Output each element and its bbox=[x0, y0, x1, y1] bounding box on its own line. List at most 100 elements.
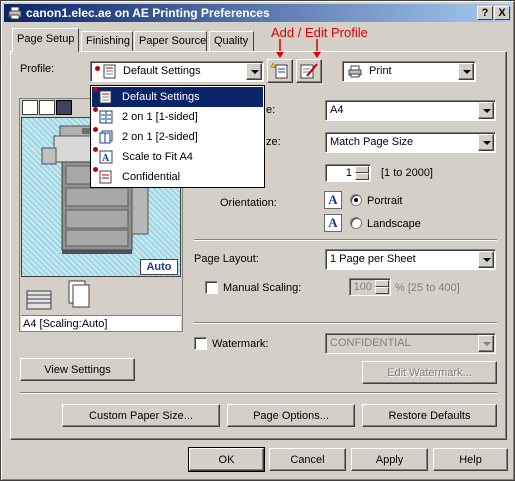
profile-dropdown-list: Default Settings 2 on 1 [1-sided] 2 on 1… bbox=[90, 85, 265, 188]
edit-profile-icon bbox=[300, 63, 318, 79]
scaling-range: % [25 to 400] bbox=[395, 282, 460, 294]
profile-option-default-settings[interactable]: Default Settings bbox=[92, 87, 263, 107]
divider-1 bbox=[194, 239, 497, 241]
manual-scaling-checkbox[interactable] bbox=[205, 281, 218, 294]
copies-value: 1 bbox=[345, 167, 352, 179]
page-size-label: e: bbox=[266, 104, 276, 116]
page-size-select[interactable]: A4 bbox=[325, 100, 496, 121]
scale-to-fit-icon: A bbox=[99, 150, 113, 164]
add-profile-button[interactable] bbox=[267, 59, 293, 83]
ok-button[interactable]: OK bbox=[188, 447, 265, 472]
confidential-icon bbox=[99, 170, 112, 184]
watermark-arrow[interactable] bbox=[478, 335, 494, 352]
copies-range: [1 to 2000] bbox=[381, 167, 433, 179]
orientation-label: Orientation: bbox=[220, 197, 277, 209]
profile-label: Profile: bbox=[20, 63, 55, 75]
option-marker-icon bbox=[93, 167, 98, 172]
output-size-arrow[interactable] bbox=[478, 134, 494, 151]
tab-quality[interactable]: Quality bbox=[209, 31, 254, 51]
preview-view-printer-icon[interactable] bbox=[22, 100, 38, 115]
two-on-one-single-icon bbox=[99, 110, 113, 124]
divider-3 bbox=[20, 392, 497, 394]
option-label: 2 on 1 [1-sided] bbox=[122, 111, 198, 123]
auto-badge: Auto bbox=[140, 259, 178, 275]
profile-select[interactable]: Default Settings bbox=[90, 61, 264, 82]
profile-option-confidential[interactable]: Confidential bbox=[92, 167, 263, 187]
title-bar[interactable]: canon1.elec.ae on AE Printing Preference… bbox=[4, 4, 511, 22]
output-size-select[interactable]: Match Page Size bbox=[325, 132, 496, 153]
portrait-radio[interactable] bbox=[350, 194, 362, 206]
landscape-icon: A bbox=[324, 214, 342, 232]
scaling-down-button[interactable] bbox=[375, 287, 389, 294]
page-size-value: A4 bbox=[330, 104, 344, 116]
option-marker-icon bbox=[93, 147, 98, 152]
page-layout-select[interactable]: 1 Page per Sheet bbox=[325, 249, 496, 270]
profile-option-2on1-2sided[interactable]: 2 on 1 [2-sided] bbox=[92, 127, 263, 147]
preview-caption: A4 [Scaling:Auto] bbox=[23, 318, 108, 330]
profile-icon bbox=[103, 64, 116, 79]
tab-paper-source[interactable]: Paper Source bbox=[134, 31, 207, 51]
landscape-radio[interactable] bbox=[350, 217, 362, 229]
window-title: canon1.elec.ae on AE Printing Preference… bbox=[26, 6, 270, 20]
scaling-stepper[interactable]: 100 bbox=[349, 278, 391, 296]
help-title-button[interactable]: ? bbox=[477, 6, 493, 20]
edit-profile-button[interactable] bbox=[296, 59, 322, 83]
restore-defaults-button[interactable]: Restore Defaults bbox=[362, 404, 497, 427]
copies-down-button[interactable] bbox=[355, 173, 369, 180]
option-marker-icon bbox=[93, 127, 98, 132]
scaling-value: 100 bbox=[353, 281, 372, 293]
option-label: Confidential bbox=[122, 171, 181, 183]
view-settings-button[interactable]: View Settings bbox=[20, 358, 135, 381]
cancel-button[interactable]: Cancel bbox=[269, 448, 346, 471]
close-button[interactable]: X bbox=[494, 6, 510, 20]
option-label: 2 on 1 [2-sided] bbox=[122, 131, 198, 143]
help-button[interactable]: Help bbox=[433, 448, 508, 471]
preview-view-page-icon[interactable] bbox=[39, 100, 55, 115]
profile-option-2on1-1sided[interactable]: 2 on 1 [1-sided] bbox=[92, 107, 263, 127]
output-size-value: Match Page Size bbox=[330, 136, 414, 148]
page-layout-label: Page Layout: bbox=[194, 253, 259, 265]
output-size-label: ze: bbox=[266, 136, 281, 148]
option-label: Scale to Fit A4 bbox=[122, 151, 193, 163]
print-output-icon bbox=[348, 65, 362, 78]
option-marker-icon bbox=[93, 87, 98, 92]
layout-icons bbox=[26, 280, 90, 310]
default-settings-icon bbox=[99, 90, 112, 104]
output-method-arrow[interactable] bbox=[458, 63, 474, 80]
printing-preferences-dialog: canon1.elec.ae on AE Printing Preference… bbox=[0, 0, 515, 481]
divider-2 bbox=[194, 322, 497, 324]
svg-text:A: A bbox=[102, 153, 110, 164]
page-layout-arrow[interactable] bbox=[478, 251, 494, 268]
portrait-label[interactable]: Portrait bbox=[367, 195, 402, 207]
manual-scaling-label: Manual Scaling: bbox=[223, 282, 302, 294]
option-marker-icon bbox=[93, 107, 98, 112]
edit-watermark-button[interactable]: Edit Watermark... bbox=[362, 361, 497, 384]
profile-dropdown-arrow[interactable] bbox=[246, 63, 262, 80]
profile-marker-icon bbox=[95, 66, 100, 71]
page-options-button[interactable]: Page Options... bbox=[227, 404, 355, 427]
apply-button[interactable]: Apply bbox=[351, 448, 428, 471]
add-profile-icon bbox=[270, 62, 288, 79]
watermark-checkbox[interactable] bbox=[194, 337, 207, 350]
preview-caption-box: A4 [Scaling:Auto] bbox=[21, 315, 181, 331]
custom-paper-size-button[interactable]: Custom Paper Size... bbox=[62, 404, 220, 427]
two-on-one-double-icon bbox=[99, 130, 113, 144]
page-size-arrow[interactable] bbox=[478, 102, 494, 119]
profile-option-scale-to-fit[interactable]: A Scale to Fit A4 bbox=[92, 147, 263, 167]
copies-up-button[interactable] bbox=[355, 166, 369, 173]
landscape-label[interactable]: Landscape bbox=[367, 218, 421, 230]
scaling-up-button[interactable] bbox=[375, 280, 389, 287]
page-layout-value: 1 Page per Sheet bbox=[330, 253, 416, 265]
printer-icon bbox=[8, 6, 22, 20]
profile-value: Default Settings bbox=[123, 65, 201, 77]
watermark-value: CONFIDENTIAL bbox=[330, 337, 411, 349]
output-method-select[interactable]: Print bbox=[342, 61, 476, 82]
copies-stepper[interactable]: 1 bbox=[325, 164, 371, 182]
tab-finishing[interactable]: Finishing bbox=[81, 31, 133, 51]
watermark-select[interactable]: CONFIDENTIAL bbox=[325, 333, 496, 354]
tab-page-setup[interactable]: Page Setup bbox=[12, 28, 79, 52]
preview-view-settings-icon[interactable] bbox=[56, 100, 72, 115]
output-method-value: Print bbox=[369, 65, 392, 77]
option-label: Default Settings bbox=[122, 91, 200, 103]
portrait-icon: A bbox=[324, 191, 342, 209]
